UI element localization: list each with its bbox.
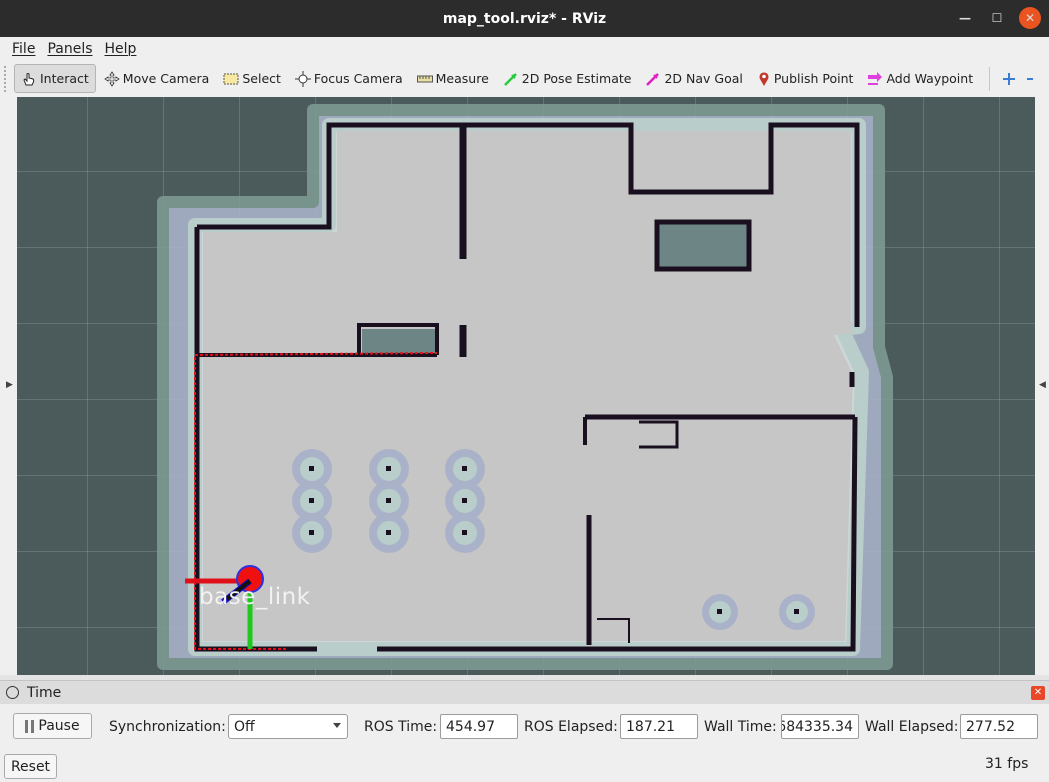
focus-camera-label: Focus Camera [313,71,403,86]
close-icon[interactable]: ✕ [1019,7,1041,29]
interact-tool-button[interactable]: Interact [14,64,96,93]
hand-pointer-icon [23,72,35,85]
reset-button[interactable]: Reset [4,754,57,779]
add-waypoint-label: Add Waypoint [886,71,974,86]
move-camera-tool-button[interactable]: Move Camera [98,64,216,93]
ros-elapsed-field[interactable]: 187.21 [620,714,698,739]
expand-left-icon[interactable]: ▶ [6,380,13,390]
pause-icon [25,719,35,733]
time-panel-header: Time ✕ [0,680,1049,704]
ruler-icon [416,75,433,82]
publish-point-label: Publish Point [773,71,854,86]
time-panel-title: Time [27,684,62,701]
wall-elapsed-field[interactable]: 277.52 [960,714,1038,739]
menu-file[interactable]: File [6,41,41,57]
ros-time-value: 454.97 [446,718,495,735]
pose-estimate-label: 2D Pose Estimate [521,71,632,86]
expand-right-icon[interactable]: ◀ [1039,380,1046,390]
remove-tool-button[interactable] [1025,64,1038,93]
map-render [17,97,1035,675]
magenta-arrow-icon [646,72,660,86]
plus-icon [1003,72,1016,85]
move-camera-label: Move Camera [122,71,210,86]
pause-label: Pause [38,718,80,734]
map-pin-icon [759,71,769,86]
minus-icon [1027,77,1034,80]
add-tool-button[interactable] [998,64,1023,93]
green-arrow-icon [503,72,517,86]
ros-elapsed-label: ROS Elapsed: [524,719,618,735]
add-waypoint-tool-button[interactable]: Add Waypoint [861,64,979,93]
focus-camera-tool-button[interactable]: Focus Camera [289,64,409,93]
ros-time-label: ROS Time: [364,719,438,735]
measure-tool-button[interactable]: Measure [411,64,495,93]
base-link-frame-label: base_link [199,584,311,610]
measure-label: Measure [435,71,489,86]
publish-point-tool-button[interactable]: Publish Point [751,64,860,93]
window-title: map_tool.rviz* - RViz [442,10,607,27]
sync-label: Synchronization: [109,719,226,735]
waypoint-arrow-icon [868,71,883,85]
right-dock-rail[interactable]: ◀ [1035,97,1049,675]
nav-goal-label: 2D Nav Goal [664,71,743,86]
menu-panels[interactable]: Panels [41,41,98,57]
interact-label: Interact [40,71,89,86]
menu-help[interactable]: Help [99,41,143,57]
wall-elapsed-value: 277.52 [966,718,1015,735]
select-tool-button[interactable]: Select [217,64,287,93]
ros-time-field[interactable]: 454.97 [440,714,518,739]
select-label: Select [242,71,281,86]
left-dock-rail[interactable]: ▶ [0,97,17,675]
nav-goal-tool-button[interactable]: 2D Nav Goal [639,64,748,93]
toolbar-grip[interactable] [4,65,10,92]
selection-box-icon [223,73,239,84]
wall-time-value: 684335.34 [781,718,853,735]
wall-elapsed-label: Wall Elapsed: [865,719,959,735]
window-title-bar: map_tool.rviz* - RViz — ☐ ✕ [0,0,1049,37]
focus-target-icon [294,70,311,87]
toolbar-separator [989,66,991,91]
sync-select[interactable]: Off [228,714,348,739]
menu-bar: File Panels Help [0,37,1049,60]
clock-icon [6,686,19,699]
pause-button[interactable]: Pause [13,713,92,739]
minimize-icon[interactable]: — [954,7,976,29]
wall-time-field[interactable]: 684335.34 [781,714,859,739]
tool-toolbar: Interact Move Camera Select Focus Camera… [0,60,1049,97]
time-panel: Pause Synchronization: Off ROS Time: 454… [0,704,1049,782]
ros-elapsed-value: 187.21 [626,718,675,735]
chevron-down-icon [333,723,341,728]
fps-counter: 31 fps [985,756,1029,772]
pose-estimate-tool-button[interactable]: 2D Pose Estimate [497,64,638,93]
close-panel-icon[interactable]: ✕ [1031,686,1045,700]
move-arrows-icon [104,70,120,87]
maximize-icon[interactable]: ☐ [986,7,1008,29]
render-viewport[interactable]: base_link [17,97,1035,675]
wall-time-label: Wall Time: [704,719,777,735]
reset-label: Reset [10,758,51,775]
sync-value: Off [234,718,255,735]
